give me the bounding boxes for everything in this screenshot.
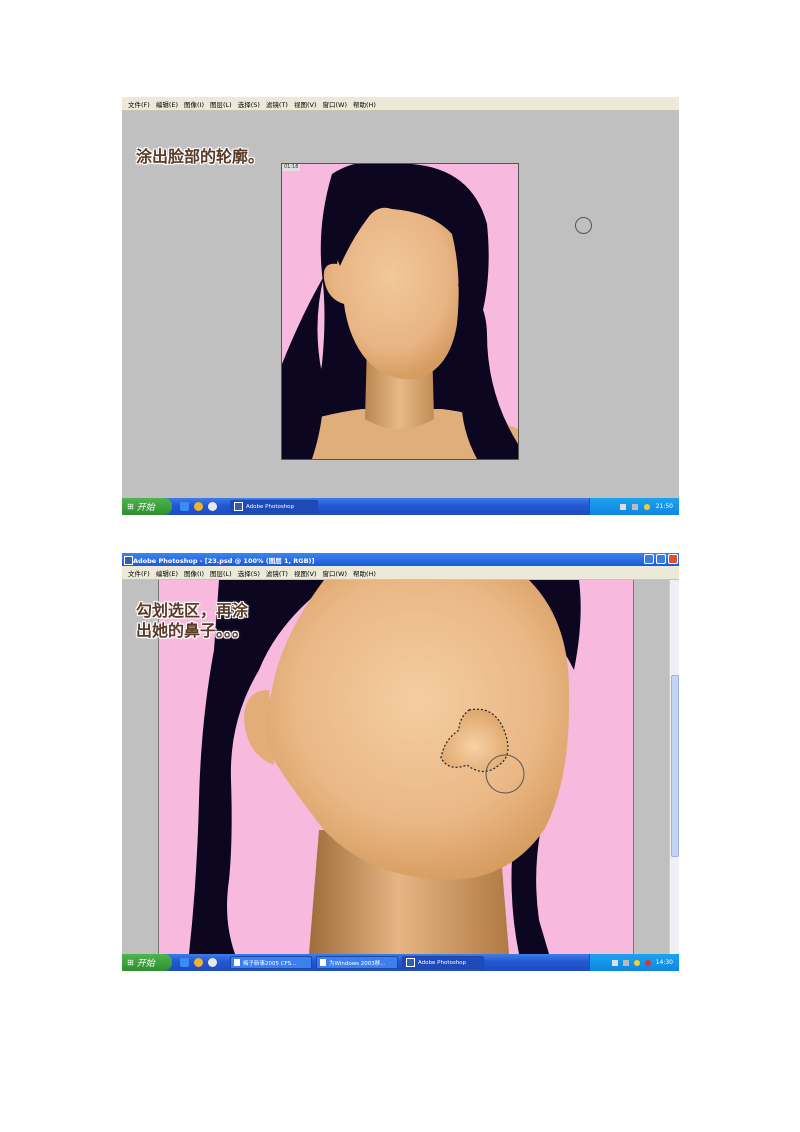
menu-item-layer[interactable]: 图层(L) bbox=[210, 568, 232, 578]
menu-item-help[interactable]: 帮助(H) bbox=[353, 568, 376, 578]
quick-launch-media-icon[interactable] bbox=[194, 502, 203, 511]
tutorial-caption: 涂出脸部的轮廓。 bbox=[136, 147, 265, 166]
quick-launch-ie-icon[interactable] bbox=[180, 502, 189, 511]
taskbar-item-label: 为Windows 2003移... bbox=[329, 960, 386, 967]
taskbar-item-label: 梅子新事2005 CFS... bbox=[243, 960, 297, 967]
menu-bar: 文件(F) 编辑(E) 图像(I) 图层(L) 选择(S) 滤镜(T) 视图(V… bbox=[122, 566, 679, 580]
taskbar-item-1[interactable]: 梅子新事2005 CFS... bbox=[230, 956, 312, 969]
close-button[interactable] bbox=[668, 554, 678, 564]
screenshot-2: Adobe Photoshop - [23.psd @ 100% (图层 1, … bbox=[122, 553, 679, 971]
windows-logo-icon: ⊞ bbox=[127, 958, 134, 967]
menu-item-window[interactable]: 窗口(W) bbox=[322, 568, 347, 578]
menu-bar: 文件(F) 编辑(E) 图像(I) 图层(L) 选择(S) 滤镜(T) 视图(V… bbox=[122, 97, 679, 111]
document-icon bbox=[320, 959, 326, 966]
menu-item-view[interactable]: 视图(V) bbox=[294, 99, 317, 109]
tray-shield-icon[interactable] bbox=[633, 959, 640, 966]
photoshop-icon bbox=[234, 502, 243, 511]
portrait-drawing bbox=[282, 164, 518, 459]
app-icon bbox=[124, 556, 133, 565]
menu-item-image[interactable]: 图像(I) bbox=[184, 99, 204, 109]
menu-item-edit[interactable]: 编辑(E) bbox=[156, 568, 178, 578]
taskbar-item-photoshop[interactable]: Adobe Photoshop bbox=[402, 956, 484, 969]
menu-item-image[interactable]: 图像(I) bbox=[184, 568, 204, 578]
tray-clock[interactable]: 14:30 bbox=[656, 959, 673, 966]
menu-item-filter[interactable]: 滤镜(T) bbox=[266, 99, 288, 109]
menu-item-file[interactable]: 文件(F) bbox=[128, 568, 150, 578]
taskbar-item-label: Adobe Photoshop bbox=[246, 503, 295, 510]
menu-item-edit[interactable]: 编辑(E) bbox=[156, 99, 178, 109]
quick-launch-media-icon[interactable] bbox=[194, 958, 203, 967]
windows-logo-icon: ⊞ bbox=[127, 502, 134, 511]
tray-network-icon[interactable] bbox=[611, 959, 618, 966]
menu-item-select[interactable]: 选择(S) bbox=[238, 568, 260, 578]
start-button-label: 开始 bbox=[136, 959, 155, 969]
menu-item-view[interactable]: 视图(V) bbox=[294, 568, 317, 578]
taskbar: ⊞ 开始 梅子新事2005 CFS... 为Windows 2003移... A… bbox=[122, 954, 679, 971]
menu-item-filter[interactable]: 滤镜(T) bbox=[266, 568, 288, 578]
document-icon bbox=[234, 959, 240, 966]
photoshop-title-bar: Adobe Photoshop - [23.psd @ 100% (图层 1, … bbox=[122, 553, 679, 566]
workspace: 勾划选区，再涂 出她的鼻子。。。 bbox=[122, 580, 679, 954]
taskbar-item-photoshop[interactable]: Adobe Photoshop bbox=[230, 500, 318, 513]
tutorial-caption-line-2: 出她的鼻子。。。 bbox=[136, 621, 249, 640]
system-tray: 14:30 bbox=[589, 954, 679, 971]
quick-launch-desktop-icon[interactable] bbox=[208, 958, 217, 967]
scrollbar-thumb[interactable] bbox=[671, 675, 679, 857]
vertical-scrollbar[interactable] bbox=[669, 580, 679, 954]
quick-launch-ie-icon[interactable] bbox=[180, 958, 189, 967]
start-button[interactable]: ⊞ 开始 bbox=[122, 498, 172, 515]
tutorial-caption-line-1: 勾划选区，再涂 bbox=[136, 601, 249, 620]
document-canvas[interactable]: 01:18 bbox=[281, 163, 519, 460]
tray-alert-icon[interactable] bbox=[644, 959, 651, 966]
menu-item-select[interactable]: 选择(S) bbox=[238, 99, 260, 109]
taskbar: ⊞ 开始 Adobe Photoshop 21:50 bbox=[122, 498, 679, 515]
tray-network-icon[interactable] bbox=[619, 503, 626, 510]
tray-clock[interactable]: 21:50 bbox=[656, 503, 673, 510]
system-tray: 21:50 bbox=[589, 498, 679, 515]
minimize-button[interactable] bbox=[644, 554, 654, 564]
menu-item-file[interactable]: 文件(F) bbox=[128, 99, 150, 109]
tray-volume-icon[interactable] bbox=[631, 503, 638, 510]
taskbar-item-2[interactable]: 为Windows 2003移... bbox=[316, 956, 398, 969]
start-button[interactable]: ⊞ 开始 bbox=[122, 954, 172, 971]
start-button-label: 开始 bbox=[136, 503, 155, 513]
taskbar-item-label: Adobe Photoshop bbox=[418, 959, 467, 966]
menu-item-layer[interactable]: 图层(L) bbox=[210, 99, 232, 109]
quick-launch-desktop-icon[interactable] bbox=[208, 502, 217, 511]
screenshot-1: 文件(F) 编辑(E) 图像(I) 图层(L) 选择(S) 滤镜(T) 视图(V… bbox=[122, 97, 679, 515]
menu-item-help[interactable]: 帮助(H) bbox=[353, 99, 376, 109]
photoshop-icon bbox=[406, 958, 415, 967]
brush-cursor bbox=[575, 217, 592, 234]
tray-volume-icon[interactable] bbox=[622, 959, 629, 966]
tray-shield-icon[interactable] bbox=[643, 503, 650, 510]
restore-button[interactable] bbox=[656, 554, 666, 564]
app-title: Adobe Photoshop - [23.psd @ 100% (图层 1, … bbox=[133, 556, 315, 565]
menu-item-window[interactable]: 窗口(W) bbox=[322, 99, 347, 109]
workspace: 涂出脸部的轮廓。 01:18 bbox=[122, 111, 679, 498]
